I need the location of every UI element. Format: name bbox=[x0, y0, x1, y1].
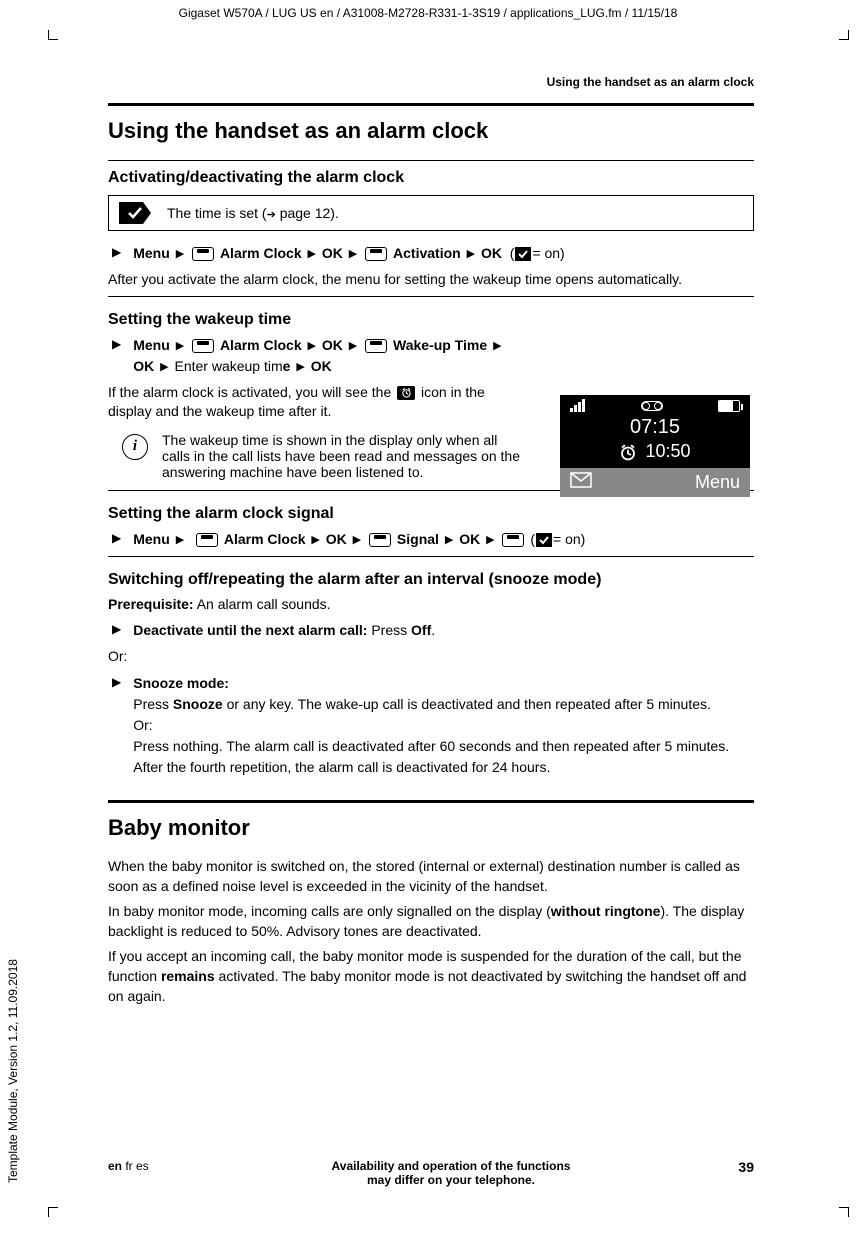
running-header: Using the handset as an alarm clock bbox=[108, 75, 754, 89]
heading-alarm-signal: Setting the alarm clock signal bbox=[108, 505, 754, 523]
heading-snooze: Switching off/repeating the alarm after … bbox=[108, 571, 754, 589]
nav-key-icon bbox=[369, 533, 391, 547]
signal-icon bbox=[570, 399, 585, 412]
nav-key-icon bbox=[365, 339, 387, 353]
procedure-step: ▶ Menu ▶ Alarm Clock ▶ OK ▶ Activation ▶… bbox=[108, 243, 754, 264]
paragraph: After you activate the alarm clock, the … bbox=[108, 270, 754, 290]
prerequisite-note-box: The time is set (➔ page 12). bbox=[108, 195, 754, 231]
display-softkey-row: Menu bbox=[560, 468, 750, 497]
step-bullet-icon: ▶ bbox=[112, 243, 121, 264]
nav-key-icon bbox=[502, 533, 524, 547]
procedure-step: ▶ Deactivate until the next alarm call: … bbox=[108, 620, 754, 641]
template-version-label: Template Module, Version 1.2, 11.09.2018 bbox=[6, 959, 20, 1183]
crop-mark bbox=[839, 1207, 849, 1217]
nav-key-icon bbox=[365, 247, 387, 261]
footer-disclaimer: Availability and operation of the functi… bbox=[208, 1159, 694, 1187]
footer-language: en fr es bbox=[108, 1159, 208, 1173]
checkbox-on-icon bbox=[515, 247, 531, 261]
procedure-step: ▶ Menu ▶ Alarm Clock ▶ OK ▶ Signal ▶ OK … bbox=[108, 529, 754, 550]
crop-mark bbox=[48, 1207, 58, 1217]
nav-key-icon bbox=[192, 339, 214, 353]
paragraph: If the alarm clock is activated, you wil… bbox=[108, 383, 528, 422]
prerequisite-line: Prerequisite: An alarm call sounds. bbox=[108, 595, 754, 615]
page-number: 39 bbox=[694, 1159, 754, 1175]
handset-display-illustration: 07:15 10:50 Menu bbox=[560, 395, 750, 497]
section-rule bbox=[108, 800, 754, 803]
battery-icon bbox=[718, 400, 740, 412]
display-alarm-row: 10:50 bbox=[560, 441, 750, 468]
heading-activating: Activating/deactivating the alarm clock bbox=[108, 169, 754, 187]
paragraph: When the baby monitor is switched on, th… bbox=[108, 857, 754, 896]
step-bullet-icon: ▶ bbox=[112, 335, 121, 377]
heading-wakeup-time: Setting the wakeup time bbox=[108, 311, 754, 329]
envelope-icon bbox=[570, 472, 592, 493]
step-bullet-icon: ▶ bbox=[112, 529, 121, 550]
subsection-rule bbox=[108, 556, 754, 557]
voicemail-icon bbox=[641, 401, 663, 411]
nav-key-icon bbox=[196, 533, 218, 547]
step-bullet-icon: ▶ bbox=[112, 620, 121, 641]
info-note: i The wakeup time is shown in the displa… bbox=[108, 432, 528, 480]
check-badge-icon bbox=[119, 202, 151, 224]
procedure-step: ▶ Snooze mode: Press Snooze or any key. … bbox=[108, 673, 754, 778]
info-text: The wakeup time is shown in the display … bbox=[162, 432, 528, 480]
info-icon: i bbox=[122, 434, 148, 460]
section-rule bbox=[108, 103, 754, 106]
heading-baby-monitor: Baby monitor bbox=[108, 815, 754, 841]
checkbox-on-icon bbox=[536, 533, 552, 547]
crop-mark bbox=[48, 30, 58, 40]
alarm-clock-icon bbox=[619, 443, 637, 461]
subsection-rule bbox=[108, 296, 754, 297]
document-path-header: Gigaset W570A / LUG US en / A31008-M2728… bbox=[0, 6, 856, 20]
nav-key-icon bbox=[192, 247, 214, 261]
arrow-right-icon: ➔ bbox=[267, 209, 276, 221]
procedure-step: ▶ Menu ▶ Alarm Clock ▶ OK ▶ Wake-up Time… bbox=[108, 335, 528, 377]
display-menu-label: Menu bbox=[592, 472, 740, 493]
page-footer: en fr es Availability and operation of t… bbox=[108, 1159, 754, 1187]
or-label: Or: bbox=[108, 647, 754, 667]
display-status-bar bbox=[560, 395, 750, 414]
display-current-time: 07:15 bbox=[560, 414, 750, 441]
alarm-clock-icon bbox=[397, 386, 415, 400]
paragraph: If you accept an incoming call, the baby… bbox=[108, 947, 754, 1006]
paragraph: In baby monitor mode, incoming calls are… bbox=[108, 902, 754, 941]
step-bullet-icon: ▶ bbox=[112, 673, 121, 778]
heading-alarm-clock: Using the handset as an alarm clock bbox=[108, 118, 754, 144]
note-text: The time is set (➔ page 12). bbox=[167, 205, 339, 221]
crop-mark bbox=[839, 30, 849, 40]
subsection-rule bbox=[108, 160, 754, 161]
